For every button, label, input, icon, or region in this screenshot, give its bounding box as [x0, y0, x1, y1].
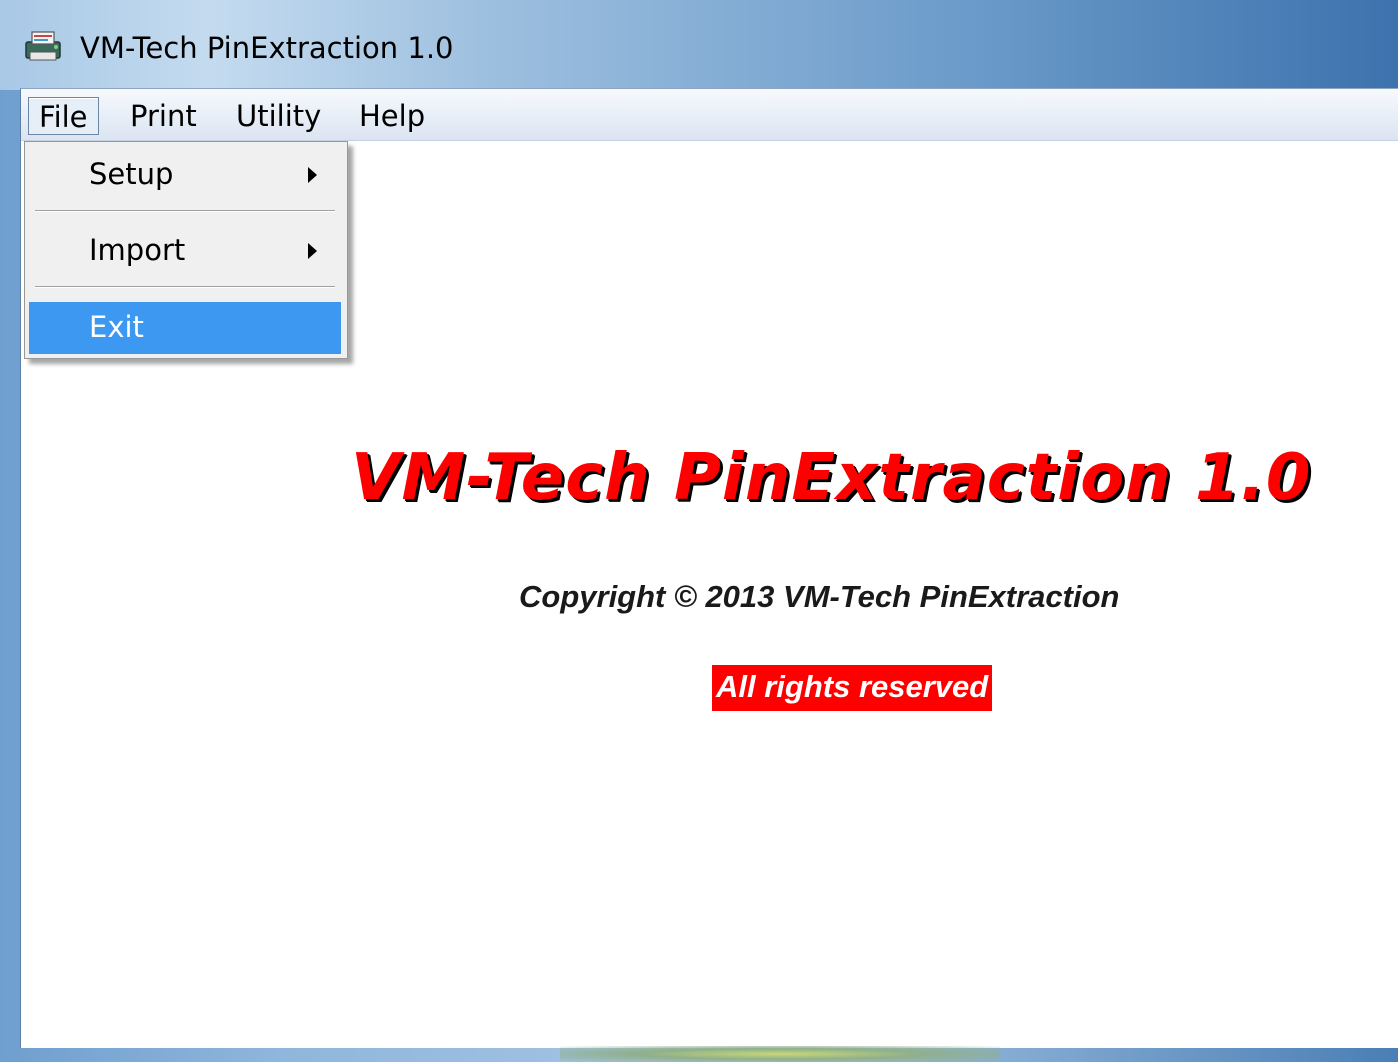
menu-help[interactable]: Help: [349, 97, 435, 135]
menu-item-exit[interactable]: Exit: [29, 302, 341, 354]
menu-item-exit-label: Exit: [89, 310, 144, 344]
window-title: VM-Tech PinExtraction 1.0: [80, 31, 454, 65]
submenu-arrow-icon: [308, 243, 317, 259]
menu-utility[interactable]: Utility: [226, 97, 331, 135]
copyright-text: Copyright © 2013 VM-Tech PinExtraction: [519, 579, 1120, 614]
file-dropdown-menu: Setup Import Exit: [24, 141, 348, 359]
menu-item-import[interactable]: Import: [29, 223, 341, 277]
rights-reserved-label: All rights reserved: [712, 665, 993, 711]
submenu-arrow-icon: [308, 167, 317, 183]
taskbar-glow: [560, 1046, 1000, 1062]
menu-item-import-label: Import: [89, 233, 186, 267]
app-printer-icon: [22, 28, 64, 64]
menu-item-setup[interactable]: Setup: [29, 147, 341, 201]
menu-file[interactable]: File: [28, 97, 99, 135]
app-window: VM-Tech PinExtraction 1.0 File Print Uti…: [0, 0, 1398, 1062]
menu-separator: [35, 286, 335, 288]
menu-item-setup-label: Setup: [89, 157, 174, 191]
splash-title: VM-Tech PinExtraction 1.0: [351, 441, 1312, 515]
menu-bar: File Print Utility Help: [21, 89, 1398, 141]
title-bar[interactable]: VM-Tech PinExtraction 1.0: [0, 0, 1398, 90]
menu-separator: [35, 210, 335, 212]
menu-print[interactable]: Print: [120, 97, 207, 135]
